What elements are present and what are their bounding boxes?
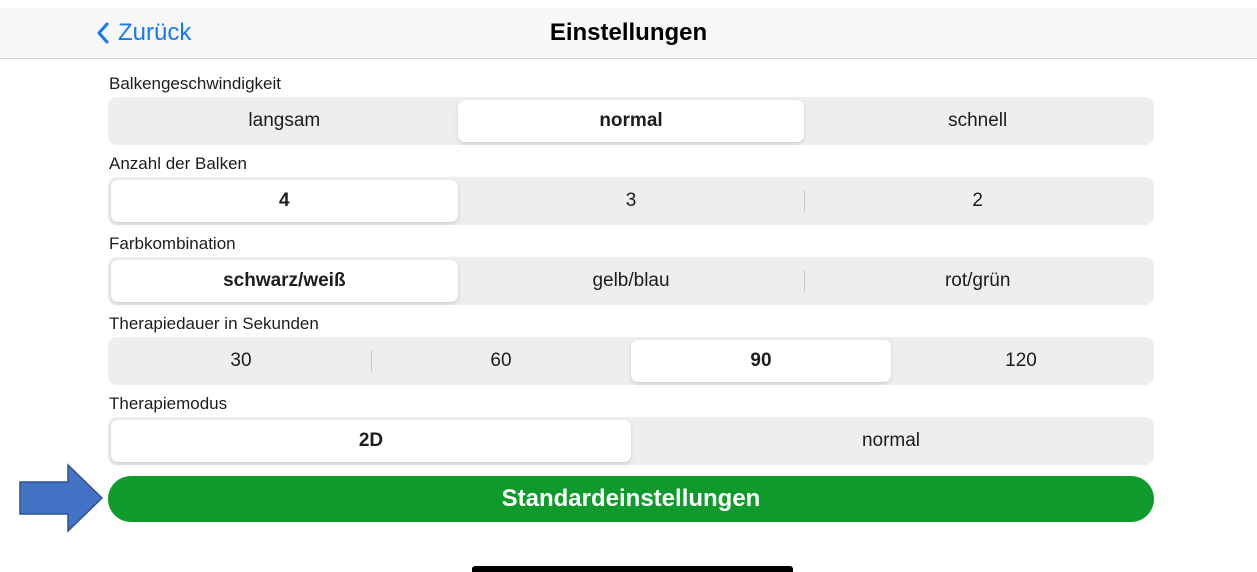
duration-option-60[interactable]: 60 [371,340,631,382]
duration-segmented-control: 30 60 90 120 [108,337,1154,385]
mode-option-2d[interactable]: 2D [111,420,631,462]
mode-segmented-control: 2D normal [108,417,1154,465]
speed-label: Balkengeschwindigkeit [109,74,281,93]
bar-count-option-2[interactable]: 2 [804,180,1151,222]
reset-defaults-button[interactable]: Standardeinstellungen [108,476,1154,522]
duration-label: Therapiedauer in Sekunden [109,314,319,333]
color-combination-segmented-control: schwarz/weiß gelb/blau rot/grün [108,257,1154,305]
speed-option-fast[interactable]: schnell [804,100,1151,142]
duration-option-30[interactable]: 30 [111,340,371,382]
bar-count-label: Anzahl der Balken [109,154,247,173]
navigation-bar: Zurück Einstellungen [0,8,1257,59]
speed-option-normal[interactable]: normal [457,100,805,142]
bar-count-option-4[interactable]: 4 [111,180,458,222]
mode-option-normal[interactable]: normal [631,420,1151,462]
page-title: Einstellungen [549,19,708,46]
mode-label: Therapiemodus [109,394,228,413]
arrow-right-icon [18,463,104,538]
home-indicator [472,566,793,572]
speed-segmented-control: langsam normal schnell [108,97,1154,145]
color-option-black-white[interactable]: schwarz/weiß [111,260,458,302]
color-option-yellow-blue[interactable]: gelb/blau [458,260,805,302]
bar-count-option-3[interactable]: 3 [458,180,805,222]
settings-screen: Zurück Einstellungen Balkengeschwindigke… [0,0,1257,572]
color-option-red-green[interactable]: rot/grün [804,260,1151,302]
color-combination-label: Farbkombination [109,234,236,253]
speed-option-slow[interactable]: langsam [111,100,458,142]
duration-option-120[interactable]: 120 [891,340,1151,382]
duration-option-90[interactable]: 90 [631,340,891,382]
bar-count-segmented-control: 4 3 2 [108,177,1154,225]
